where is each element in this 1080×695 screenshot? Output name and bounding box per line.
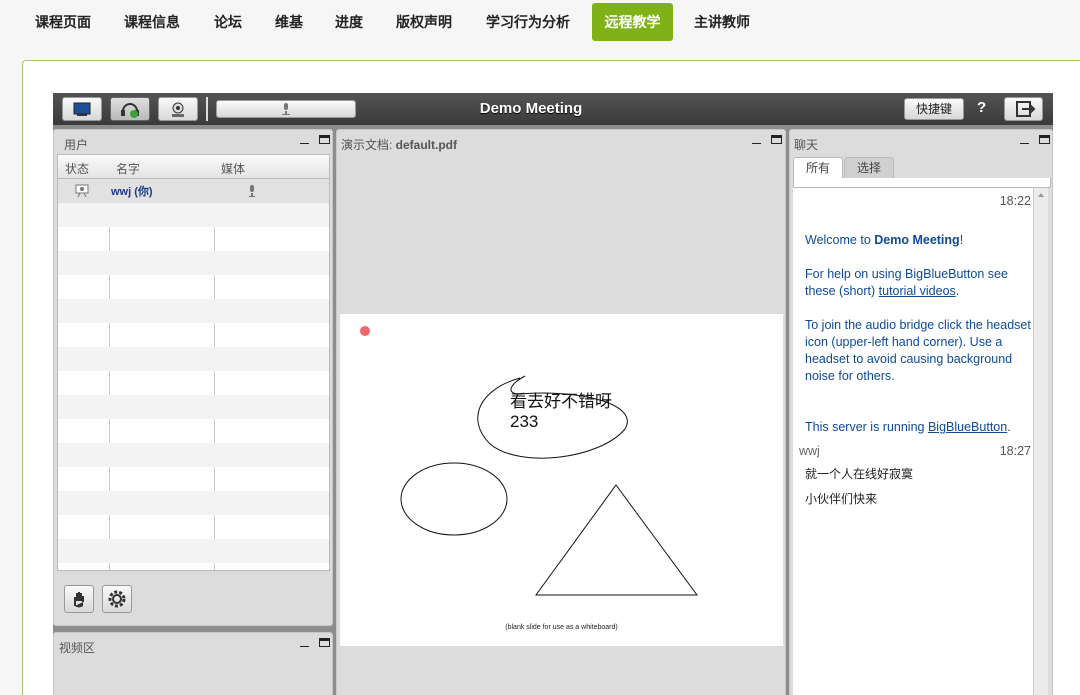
chat-panel-title: 聊天 bbox=[794, 138, 819, 152]
ellipse-shape bbox=[400, 462, 508, 536]
tab-course-page[interactable]: 课程页面 bbox=[23, 3, 103, 41]
tab-wiki[interactable]: 维基 bbox=[263, 3, 315, 41]
webcam-button[interactable] bbox=[158, 97, 198, 121]
user-name: wwj (你) bbox=[111, 186, 153, 198]
tab-chat-all[interactable]: 所有 bbox=[793, 157, 843, 179]
welcome-message: Welcome to Demo Meeting! bbox=[805, 233, 964, 247]
maximize-icon[interactable] bbox=[319, 638, 330, 647]
raise-hand-button[interactable] bbox=[64, 585, 94, 613]
desktop-share-button[interactable] bbox=[62, 97, 102, 121]
table-row bbox=[58, 275, 329, 299]
table-row bbox=[58, 515, 329, 539]
laser-pointer bbox=[360, 326, 370, 336]
tutorial-videos-link[interactable]: tutorial videos bbox=[879, 284, 956, 298]
desktop-share-icon bbox=[73, 102, 91, 116]
table-row bbox=[58, 539, 329, 563]
tab-copyright[interactable]: 版权声明 bbox=[384, 3, 464, 41]
table-row bbox=[58, 251, 329, 275]
tab-forum[interactable]: 论坛 bbox=[202, 3, 254, 41]
table-row bbox=[58, 491, 329, 515]
whiteboard-text: 看去好不错呀 233 bbox=[510, 392, 612, 432]
users-panel: 用户 状态 名字 媒体 wwj (你) bbox=[53, 129, 333, 626]
table-row bbox=[58, 347, 329, 371]
whiteboard-canvas[interactable] bbox=[340, 314, 783, 646]
meeting-app: Demo Meeting 快捷键 ? 用户 状态 名字 媒体 wwj (你) 视… bbox=[53, 93, 1053, 695]
chat-messages: 18:22 Welcome to Demo Meeting! For help … bbox=[793, 188, 1033, 695]
message-timestamp: 18:27 bbox=[999, 444, 1031, 458]
table-row bbox=[58, 227, 329, 251]
maximize-icon[interactable] bbox=[319, 135, 330, 144]
table-row bbox=[58, 419, 329, 443]
logout-icon bbox=[1016, 101, 1036, 117]
audio-button[interactable] bbox=[110, 97, 150, 121]
webcam-icon bbox=[172, 102, 184, 117]
table-row bbox=[58, 467, 329, 491]
toolbar-divider bbox=[206, 97, 208, 121]
microphone-icon bbox=[249, 185, 255, 197]
table-row bbox=[58, 443, 329, 467]
video-panel-title: 视频区 bbox=[59, 641, 96, 655]
table-row bbox=[58, 323, 329, 347]
maximize-icon[interactable] bbox=[1039, 135, 1050, 144]
course-nav: 课程页面 课程信息 论坛 维基 进度 版权声明 学习行为分析 远程教学 主讲教师 bbox=[0, 0, 1080, 44]
meeting-title: Demo Meeting bbox=[479, 100, 583, 117]
presentation-filename: default.pdf bbox=[395, 138, 457, 152]
minimize-icon[interactable] bbox=[300, 135, 309, 144]
mic-volume-button[interactable] bbox=[216, 100, 356, 118]
triangle-shape bbox=[535, 484, 698, 596]
tab-learning-analytics[interactable]: 学习行为分析 bbox=[474, 3, 582, 41]
chat-scrollbar[interactable] bbox=[1033, 188, 1048, 695]
table-row bbox=[58, 371, 329, 395]
tab-chat-select[interactable]: 选择 bbox=[844, 157, 894, 179]
users-table: 状态 名字 媒体 wwj (你) bbox=[57, 154, 330, 571]
minimize-icon[interactable] bbox=[1020, 135, 1029, 144]
message-timestamp: 18:22 bbox=[999, 194, 1031, 208]
presenter-icon bbox=[75, 184, 89, 198]
chat-message: 就一个人在线好寂寞 bbox=[805, 467, 914, 481]
users-table-body: wwj (你) bbox=[58, 179, 329, 563]
microphone-icon bbox=[282, 103, 290, 115]
raise-hand-icon bbox=[74, 592, 84, 608]
presentation-title-prefix: 演示文档: bbox=[341, 138, 396, 152]
tab-remote-teaching[interactable]: 远程教学 bbox=[592, 3, 673, 41]
server-message: This server is running BigBlueButton. bbox=[805, 420, 1011, 434]
column-name[interactable]: 名字 bbox=[116, 160, 140, 177]
table-row[interactable]: wwj (你) bbox=[58, 179, 329, 203]
table-row bbox=[58, 395, 329, 419]
shortcut-keys-button[interactable]: 快捷键 bbox=[904, 98, 964, 120]
chat-panel: 聊天 所有 选择 18:22 Welcome to Demo Meeting! … bbox=[789, 129, 1053, 695]
presentation-title: 演示文档: default.pdf bbox=[341, 136, 457, 153]
minimize-icon[interactable] bbox=[752, 135, 761, 144]
column-media[interactable]: 媒体 bbox=[221, 160, 245, 177]
slide-caption: (blank slide for use as a whiteboard) bbox=[505, 624, 618, 631]
help-button[interactable]: ? bbox=[977, 99, 986, 116]
column-status[interactable]: 状态 bbox=[65, 160, 89, 177]
video-panel: 视频区 bbox=[53, 632, 333, 695]
whiteboard-text-line2: 233 bbox=[510, 412, 539, 431]
meeting-toolbar: Demo Meeting 快捷键 ? bbox=[53, 93, 1053, 125]
chat-message: 小伙伴们快来 bbox=[805, 492, 878, 506]
gear-icon bbox=[108, 590, 126, 608]
headset-icon bbox=[121, 103, 139, 118]
tab-lecturer[interactable]: 主讲教师 bbox=[682, 3, 762, 41]
maximize-icon[interactable] bbox=[771, 135, 782, 144]
tab-progress[interactable]: 进度 bbox=[323, 3, 375, 41]
audio-help-message: To join the audio bridge click the heads… bbox=[805, 318, 1031, 383]
settings-button[interactable] bbox=[102, 585, 132, 613]
logout-button[interactable] bbox=[1004, 97, 1043, 121]
users-table-header: 状态 名字 媒体 bbox=[58, 155, 329, 179]
message-sender: wwj bbox=[799, 444, 820, 458]
users-panel-title: 用户 bbox=[64, 138, 89, 152]
help-message: For help on using BigBlueButton see thes… bbox=[805, 267, 1008, 298]
whiteboard-text-line1: 看去好不错呀 bbox=[510, 392, 612, 411]
chat-tabs: 所有 选择 bbox=[793, 154, 1051, 188]
whiteboard-slide[interactable]: 看去好不错呀 233 (blank slide for use as a whi… bbox=[340, 314, 783, 646]
table-row bbox=[58, 203, 329, 227]
table-row bbox=[58, 299, 329, 323]
bigbluebutton-link[interactable]: BigBlueButton bbox=[928, 420, 1007, 434]
tab-course-info[interactable]: 课程信息 bbox=[112, 3, 192, 41]
presentation-panel: 演示文档: default.pdf 看去好不错呀 233 (blank slid… bbox=[336, 129, 786, 695]
minimize-icon[interactable] bbox=[300, 638, 309, 647]
scroll-up-icon[interactable] bbox=[1034, 188, 1048, 202]
